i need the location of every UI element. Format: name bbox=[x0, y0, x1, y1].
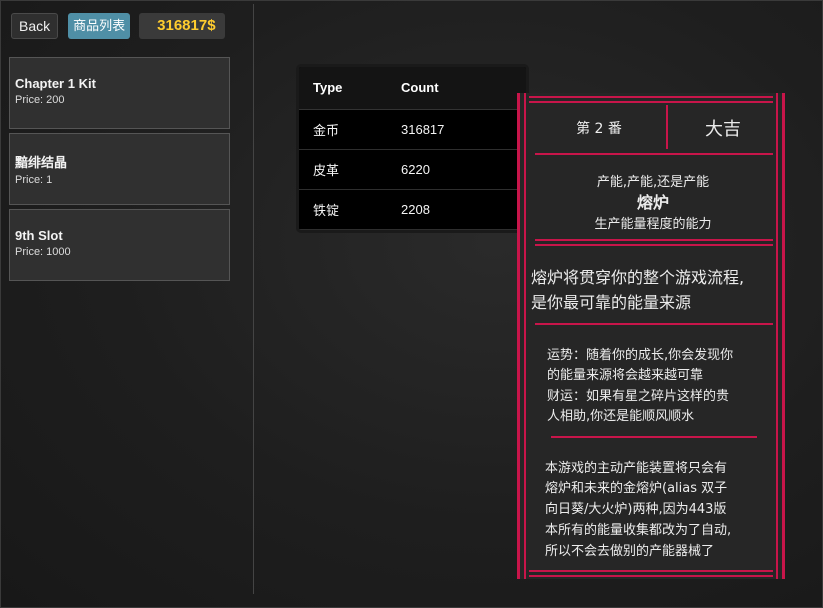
shop-item-price: Price: 1000 bbox=[15, 246, 71, 258]
card-divider bbox=[535, 239, 773, 241]
shop-item-crystal[interactable]: 黯绯结晶 Price: 1 bbox=[9, 133, 230, 205]
money-display: 316817$ bbox=[139, 13, 225, 39]
card-border-top bbox=[529, 96, 773, 98]
card-header-divider bbox=[666, 105, 668, 149]
shop-item-price: Price: 1 bbox=[15, 174, 53, 186]
cell-count: 6220 bbox=[401, 149, 526, 190]
card-border-left-inner bbox=[524, 93, 526, 579]
table-row: 金币 316817 bbox=[299, 109, 526, 150]
shop-item-name: 黯绯结晶 bbox=[15, 155, 68, 170]
shop-item-name: Chapter 1 Kit bbox=[15, 76, 96, 91]
card-note-line: 向日葵/大火炉)两种,因为443版 bbox=[545, 502, 727, 517]
table-row: 皮革 6220 bbox=[299, 149, 526, 190]
card-border-left bbox=[517, 93, 520, 579]
shop-item-9th-slot[interactable]: 9th Slot Price: 1000 bbox=[9, 209, 230, 281]
cell-type: 皮革 bbox=[299, 149, 401, 190]
card-divider bbox=[535, 323, 773, 325]
card-note-line: 熔炉和未来的金熔炉(alias 双子 bbox=[545, 481, 728, 496]
shop-item-price: Price: 200 bbox=[15, 94, 65, 106]
card-fortune-line: 的能量来源将会越来越可靠 bbox=[547, 368, 704, 383]
card-border-top-inner bbox=[529, 101, 773, 103]
card-border-right bbox=[782, 93, 785, 579]
card-number: 第 2 番 bbox=[576, 121, 622, 137]
inventory-header-row: Type Count bbox=[299, 67, 526, 110]
card-fortune-line: 财运：如果有星之碎片这样的贵 bbox=[547, 389, 730, 404]
card-note-line: 本游戏的主动产能装置将只会有 bbox=[545, 461, 728, 476]
fortune-card: 第 2 番 大吉 产能,产能,还是产能 熔炉 生产能量程度的能力 熔炉将贯穿你的… bbox=[517, 93, 785, 579]
cell-type: 金币 bbox=[299, 109, 401, 150]
card-fortune: 大吉 bbox=[705, 119, 741, 140]
product-list-button[interactable]: 商品列表 bbox=[68, 13, 131, 39]
card-divider bbox=[535, 244, 773, 246]
inventory-table: Type Count 金币 316817 皮革 6220 铁锭 2208 bbox=[296, 64, 529, 233]
cell-count: 2208 bbox=[401, 189, 526, 230]
card-border-bottom-inner bbox=[529, 570, 773, 572]
header-type: Type bbox=[299, 67, 401, 110]
shop-item-chapter-1-kit[interactable]: Chapter 1 Kit Price: 200 bbox=[9, 57, 230, 129]
card-title: 熔炉 bbox=[636, 193, 669, 212]
table-row: 铁锭 2208 bbox=[299, 189, 526, 230]
cell-count: 316817 bbox=[401, 109, 526, 150]
card-note-line: 所以不会去做别的产能器械了 bbox=[545, 544, 715, 559]
card-divider bbox=[535, 153, 773, 155]
card-main-line1: 熔炉将贯穿你的整个游戏流程, bbox=[531, 268, 745, 287]
card-border-bottom bbox=[529, 575, 773, 577]
card-desc: 生产能量程度的能力 bbox=[594, 217, 712, 232]
shop-item-name: 9th Slot bbox=[15, 228, 63, 243]
header-count: Count bbox=[401, 67, 526, 110]
card-border-right-inner bbox=[776, 93, 778, 579]
card-subtitle: 产能,产能,还是产能 bbox=[596, 175, 710, 190]
card-divider bbox=[551, 436, 757, 438]
back-button[interactable]: Back bbox=[11, 13, 59, 39]
card-fortune-line: 运势：随着你的成长,你会发现你 bbox=[547, 348, 734, 363]
card-note-line: 本所有的能量收集都改为了自动, bbox=[545, 523, 732, 538]
card-main-line2: 是你最可靠的能量来源 bbox=[531, 293, 692, 312]
top-toolbar: Back 商品列表 316817$ bbox=[11, 12, 225, 40]
card-fortune-line: 人相助,你还是能顺风顺水 bbox=[547, 409, 695, 424]
cell-type: 铁锭 bbox=[299, 189, 401, 230]
